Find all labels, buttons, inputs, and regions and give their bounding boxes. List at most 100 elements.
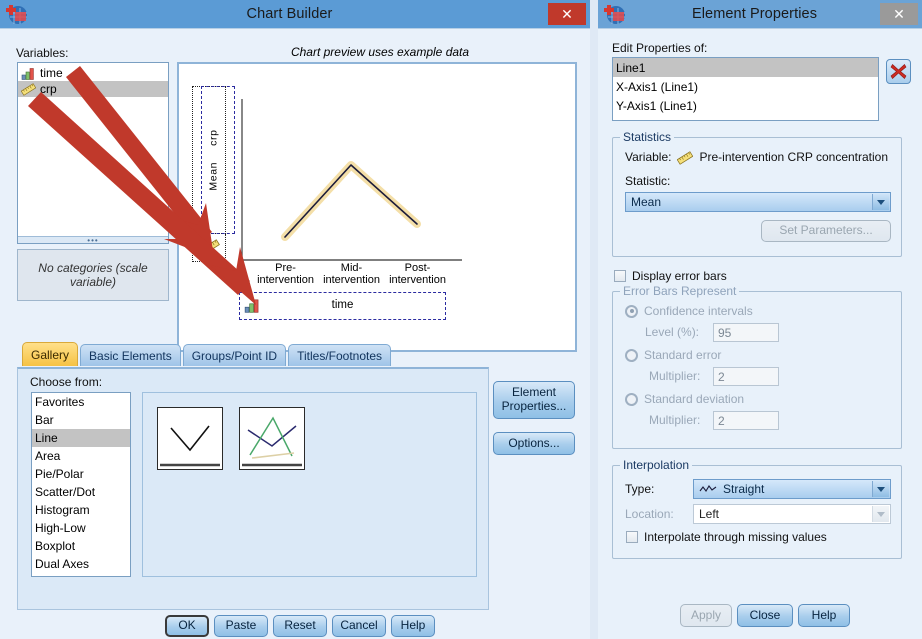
- element-properties-footer: Apply Close Help: [598, 594, 922, 639]
- variable-label: time: [40, 66, 63, 80]
- gallery-item-high-low[interactable]: High-Low: [32, 519, 130, 537]
- property-item-line1[interactable]: Line1: [613, 58, 878, 77]
- tab-groups-point-id[interactable]: Groups/Point ID: [182, 344, 287, 366]
- gallery-tab-panel: Choose from: Favorites Bar Line Area Pie…: [17, 367, 489, 610]
- gallery-item-dual-axes[interactable]: Dual Axes: [32, 555, 130, 573]
- gallery-item-label: Histogram: [35, 503, 90, 517]
- standard-error-option[interactable]: Standard error: [625, 348, 721, 362]
- variable-label: Variable:: [625, 150, 672, 164]
- tab-gallery[interactable]: Gallery: [22, 342, 79, 366]
- gallery-item-label: Line: [35, 431, 58, 445]
- property-item-y-axis1[interactable]: Y-Axis1 (Line1): [613, 96, 878, 115]
- gallery-item-label: High-Low: [35, 521, 86, 535]
- interpolation-location-dropdown[interactable]: Left: [693, 504, 891, 524]
- set-parameters-button[interactable]: Set Parameters...: [761, 220, 891, 242]
- variables-list[interactable]: time crp •••: [17, 62, 169, 244]
- element-properties-titlebar[interactable]: Element Properties ✕: [598, 0, 922, 28]
- gallery-item-line[interactable]: Line: [32, 429, 130, 447]
- red-x-delete-icon[interactable]: [886, 59, 911, 84]
- display-error-bars-row[interactable]: Display error bars: [614, 269, 727, 283]
- simple-line-thumbnail[interactable]: [157, 407, 223, 470]
- chart-builder-close-button[interactable]: ✕: [548, 3, 586, 25]
- gallery-type-list[interactable]: Favorites Bar Line Area Pie/Polar Scatte…: [31, 392, 131, 577]
- x-tick-label-post: Post-intervention: [389, 262, 446, 286]
- statistic-label: Statistic:: [625, 174, 671, 188]
- level-percent-value: 95: [718, 325, 732, 340]
- interpolate-missing-row[interactable]: Interpolate through missing values: [626, 530, 827, 544]
- se-multiplier-row: Multiplier:: [649, 369, 700, 383]
- level-percent-input[interactable]: 95: [713, 323, 779, 342]
- chevron-down-icon[interactable]: [872, 194, 889, 210]
- options-button[interactable]: Options...: [493, 432, 575, 455]
- element-properties-button[interactable]: Element Properties...: [493, 381, 575, 419]
- variable-item-time[interactable]: time: [18, 65, 168, 81]
- interpolation-type-dropdown[interactable]: Straight: [693, 479, 891, 499]
- edit-properties-label: Edit Properties of:: [612, 41, 708, 55]
- variable-item-crp[interactable]: crp: [18, 81, 168, 97]
- standard-deviation-radio[interactable]: [625, 392, 638, 406]
- confidence-intervals-label: Confidence intervals: [644, 304, 753, 318]
- tab-label: Groups/Point ID: [191, 348, 278, 363]
- help-button[interactable]: Help: [391, 615, 435, 637]
- element-properties-close-button[interactable]: ✕: [880, 3, 918, 25]
- confidence-intervals-radio[interactable]: [625, 304, 638, 318]
- variables-list-resizer[interactable]: •••: [18, 236, 168, 243]
- chart-preview-canvas[interactable]: Mean crp Pre- intervention Mid- interven…: [177, 62, 577, 352]
- tab-basic-elements[interactable]: Basic Elements: [80, 344, 181, 366]
- standard-deviation-label: Standard deviation: [644, 392, 745, 406]
- x-axis-dropzone[interactable]: time: [239, 292, 446, 320]
- se-multiplier-input[interactable]: 2: [713, 367, 779, 386]
- display-error-bars-label: Display error bars: [632, 269, 727, 283]
- scale-variable-icon: [677, 150, 694, 165]
- reset-button[interactable]: Reset: [273, 615, 327, 637]
- gallery-item-label: Bar: [35, 413, 54, 427]
- apply-button[interactable]: Apply: [680, 604, 732, 627]
- multiple-line-thumbnail[interactable]: [239, 407, 305, 470]
- statistics-group: Statistics Variable: Pre-intervention CR…: [612, 130, 902, 257]
- gallery-item-label: Boxplot: [35, 539, 76, 553]
- property-item-label: Y-Axis1 (Line1): [616, 98, 697, 113]
- cancel-button[interactable]: Cancel: [332, 615, 386, 637]
- choose-from-label: Choose from:: [30, 375, 103, 389]
- gallery-item-favorites[interactable]: Favorites: [32, 393, 130, 411]
- sd-multiplier-input[interactable]: 2: [713, 411, 779, 430]
- chart-builder-title: Chart Builder: [246, 6, 333, 22]
- se-multiplier-label: Multiplier:: [649, 369, 701, 383]
- x-axis-dropzone-label: time: [331, 299, 354, 311]
- chevron-down-icon[interactable]: [872, 481, 889, 497]
- statistic-dropdown[interactable]: Mean: [625, 192, 891, 212]
- gallery-item-bar[interactable]: Bar: [32, 411, 130, 429]
- level-percent-label: Level (%):: [645, 325, 700, 339]
- gallery-item-boxplot[interactable]: Boxplot: [32, 537, 130, 555]
- interpolation-group-title: Interpolation: [620, 458, 693, 472]
- options-button-label: Options...: [508, 435, 560, 450]
- tab-titles-footnotes[interactable]: Titles/Footnotes: [288, 344, 392, 366]
- level-percent-row: Level (%):: [645, 325, 699, 339]
- gallery-item-scatter-dot[interactable]: Scatter/Dot: [32, 483, 130, 501]
- x-tick-label-mid: Mid-intervention: [323, 262, 380, 286]
- property-item-x-axis1[interactable]: X-Axis1 (Line1): [613, 77, 878, 96]
- ok-button[interactable]: OK: [165, 615, 209, 637]
- statistics-group-title: Statistics: [620, 130, 675, 144]
- tab-label: Gallery: [31, 347, 70, 362]
- confidence-intervals-option[interactable]: Confidence intervals: [625, 304, 753, 318]
- gallery-item-pie-polar[interactable]: Pie/Polar: [32, 465, 130, 483]
- standard-deviation-option[interactable]: Standard deviation: [625, 392, 744, 406]
- display-error-bars-checkbox[interactable]: [614, 270, 626, 282]
- no-categories-panel: No categories (scale variable): [17, 249, 169, 301]
- close-button[interactable]: Close: [737, 604, 793, 627]
- element-properties-body: Edit Properties of: Line1 X-Axis1 (Line1…: [598, 28, 922, 639]
- interpolate-missing-checkbox[interactable]: [626, 531, 638, 543]
- paste-button[interactable]: Paste: [214, 615, 268, 637]
- reset-button-label: Reset: [284, 618, 316, 633]
- edit-properties-list[interactable]: Line1 X-Axis1 (Line1) Y-Axis1 (Line1): [612, 57, 879, 121]
- standard-error-radio[interactable]: [625, 348, 638, 362]
- help-button[interactable]: Help: [798, 604, 850, 627]
- chart-builder-titlebar[interactable]: Chart Builder ✕: [0, 0, 590, 28]
- element-properties-button-line1: Element: [511, 385, 557, 400]
- property-item-label: Line1: [616, 60, 646, 75]
- chevron-down-icon[interactable]: [872, 506, 889, 522]
- spss-app-icon: [5, 3, 31, 25]
- gallery-item-area[interactable]: Area: [32, 447, 130, 465]
- gallery-item-histogram[interactable]: Histogram: [32, 501, 130, 519]
